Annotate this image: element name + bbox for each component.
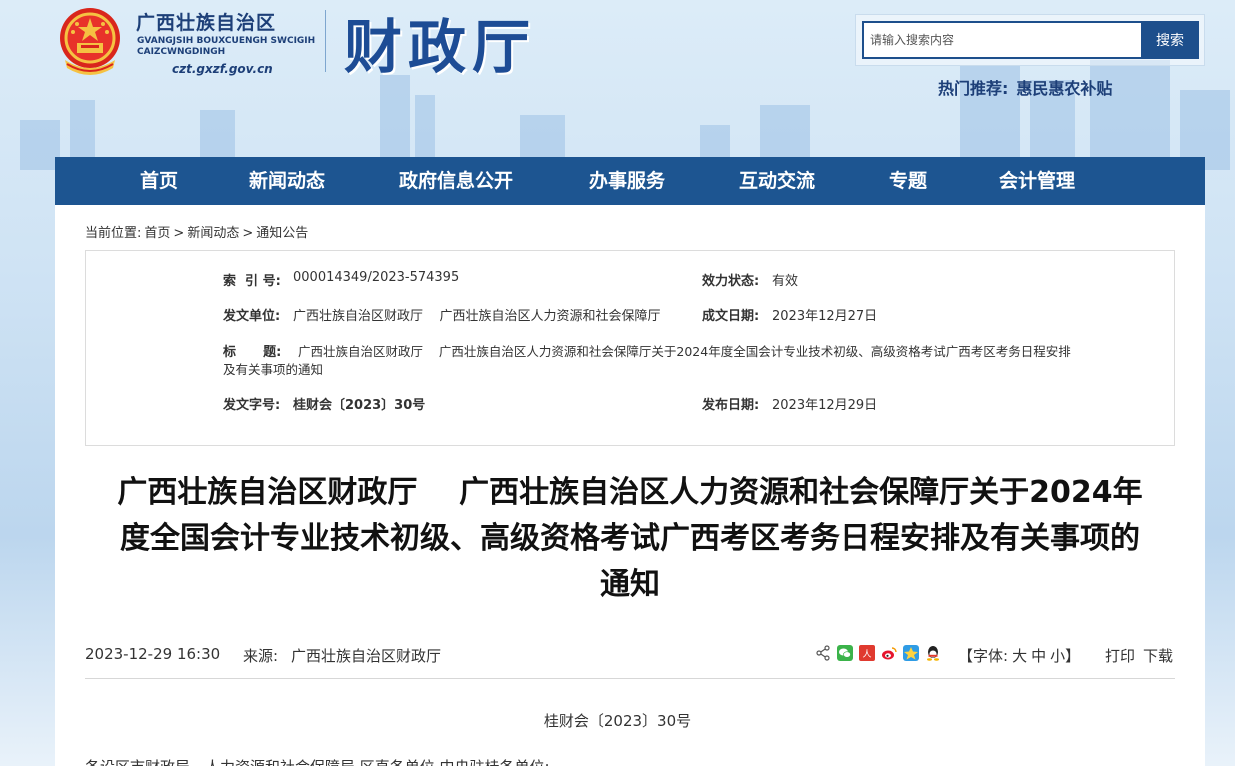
- article-title: 广西壮族自治区财政厅 广西壮族自治区人力资源和社会保障厅关于2024年 度全国会…: [80, 470, 1180, 608]
- article-doc-number: 桂财会〔2023〕30号: [543, 712, 692, 730]
- hot-recommend-link[interactable]: 惠民惠农补贴: [1016, 79, 1112, 98]
- breadcrumb-item-notices[interactable]: 通知公告: [256, 226, 308, 241]
- department-name-logo[interactable]: 财政厅: [344, 0, 536, 84]
- breadcrumb: 当前位置: 首页 > 新闻动态 > 通知公告: [85, 222, 311, 241]
- nav-item-news[interactable]: 新闻动态: [249, 157, 325, 205]
- nav-item-services[interactable]: 办事服务: [589, 157, 665, 205]
- font-size-small[interactable]: 小: [1050, 647, 1065, 665]
- publish-date-value: 2023年12月29日: [772, 398, 878, 413]
- breadcrumb-separator: >: [242, 226, 254, 241]
- header-divider: [325, 10, 326, 72]
- font-size-medium[interactable]: 中: [1031, 647, 1046, 665]
- weibo-icon[interactable]: [881, 645, 897, 661]
- article-title-line1: 广西壮族自治区财政厅 广西壮族自治区人力资源和社会保障厅关于2024年: [117, 475, 1143, 510]
- breadcrumb-separator: >: [173, 226, 185, 241]
- article-source: 广西壮族自治区财政厅: [291, 647, 442, 665]
- doc-number-label: 发文字号:: [223, 398, 281, 413]
- font-size-close-bracket: 】: [1065, 647, 1081, 665]
- svg-text:人: 人: [862, 649, 871, 660]
- hot-recommend-label: 热门推荐:: [938, 79, 1009, 98]
- qzone-icon[interactable]: [903, 645, 919, 661]
- doc-number-value: 桂财会〔2023〕30号: [293, 398, 426, 413]
- article-title-line3: 通知: [600, 567, 660, 602]
- validity-status-value: 有效: [772, 274, 799, 289]
- doc-title-value-line1: 广西壮族自治区财政厅 广西壮族自治区人力资源和社会保障厅关于2024年度全国会计…: [298, 344, 1071, 359]
- article-datetime: 2023-12-29 16:30: [85, 645, 221, 663]
- issuer-label: 发文单位:: [223, 309, 281, 324]
- site-name-zhuang: GVANGJSIH BOUXCUENGH SWCIGIH CAIZCWNGDIN…: [137, 36, 316, 57]
- share-icon[interactable]: [815, 645, 831, 661]
- index-number-value: 000014349/2023-574395: [293, 270, 460, 285]
- divider: [85, 678, 1175, 679]
- breadcrumb-prefix: 当前位置:: [85, 226, 142, 241]
- written-date-label: 成文日期:: [702, 309, 760, 324]
- hot-recommend: 热门推荐: 惠民惠农补贴: [938, 75, 1112, 99]
- main-nav: 首页 新闻动态 政府信息公开 办事服务 互动交流 专题 会计管理: [55, 157, 1205, 205]
- breadcrumb-item-news[interactable]: 新闻动态: [187, 226, 239, 241]
- wechat-icon[interactable]: [837, 645, 853, 661]
- issuer-value: 广西壮族自治区财政厅 广西壮族自治区人力资源和社会保障厅: [293, 309, 661, 324]
- site-url[interactable]: czt.gxzf.gov.cn: [172, 62, 273, 76]
- written-date-value: 2023年12月27日: [772, 309, 878, 324]
- nav-item-home[interactable]: 首页: [140, 157, 178, 205]
- nav-item-gov-info[interactable]: 政府信息公开: [399, 157, 513, 205]
- font-size-control: 【字体: 大中小】: [958, 645, 1080, 666]
- nav-item-topics[interactable]: 专题: [889, 157, 927, 205]
- breadcrumb-item-home[interactable]: 首页: [144, 226, 170, 241]
- search-input[interactable]: [862, 21, 1141, 59]
- search-button[interactable]: 搜索: [1141, 21, 1199, 59]
- font-size-large[interactable]: 大: [1012, 647, 1027, 665]
- download-link[interactable]: 下载: [1143, 645, 1173, 666]
- article-title-line2: 度全国会计专业技术初级、高级资格考试广西考区考务日程安排及有关事项的: [120, 521, 1140, 556]
- publish-date-label: 发布日期:: [702, 398, 760, 413]
- article-salutation: 各设区市财政局、人力资源和社会保障局,区直各单位,中央驻桂各单位:: [85, 756, 550, 766]
- font-size-label: 【字体:: [958, 647, 1009, 665]
- index-number-label: 索 引 号:: [223, 274, 281, 289]
- renren-icon[interactable]: 人: [859, 645, 875, 661]
- doc-title-label: 标 题:: [223, 345, 282, 360]
- validity-status-label: 效力状态:: [702, 274, 760, 289]
- print-link[interactable]: 打印: [1105, 645, 1135, 666]
- article-source-label: 来源:: [243, 647, 279, 665]
- qq-icon[interactable]: [925, 645, 941, 661]
- site-header: 广西壮族自治区 GVANGJSIH BOUXCUENGH SWCIGIH CAI…: [0, 0, 1235, 157]
- national-emblem-icon: [60, 8, 120, 75]
- nav-item-accounting[interactable]: 会计管理: [999, 157, 1075, 205]
- nav-item-interaction[interactable]: 互动交流: [739, 157, 815, 205]
- site-name-chinese: 广西壮族自治区: [136, 12, 277, 34]
- doc-title-value-line2: 及有关事项的通知: [223, 362, 324, 377]
